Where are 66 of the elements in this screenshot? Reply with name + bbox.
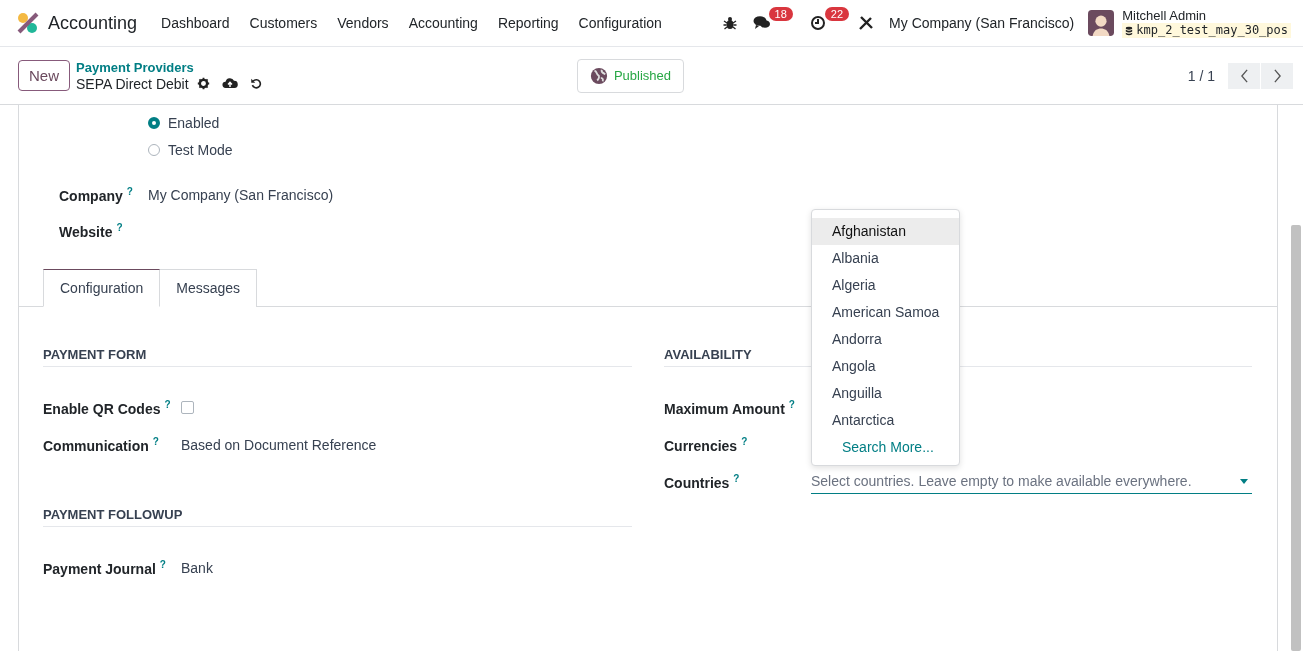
state-radio-option[interactable]: Test Mode <box>148 142 1277 158</box>
undo-icon[interactable] <box>249 77 263 90</box>
database-icon <box>1125 25 1134 36</box>
user-name[interactable]: Mitchell Admin <box>1122 8 1291 23</box>
country-option[interactable]: Albania <box>812 245 959 272</box>
next-button[interactable] <box>1261 62 1293 89</box>
country-option[interactable]: American Samoa <box>812 299 959 326</box>
countries-select-field[interactable]: Select countries. Leave empty to make available everywhere. <box>811 469 1252 494</box>
field-label: Website <box>59 223 113 240</box>
menu-item[interactable]: Vendors <box>337 15 389 31</box>
field-label: Communication <box>43 437 149 454</box>
field-value[interactable]: Bank <box>181 559 213 576</box>
chevron-left-icon <box>1239 68 1249 83</box>
chevron-right-icon <box>1272 68 1282 83</box>
notebook-tab[interactable]: Configuration <box>43 269 161 307</box>
help-tooltip-mark[interactable]: ? <box>164 398 171 410</box>
company-switcher[interactable]: My Company (San Francisco) <box>889 15 1075 31</box>
help-tooltip-mark[interactable]: ? <box>152 435 159 447</box>
country-option[interactable]: Antarctica <box>812 407 959 434</box>
message-count-badge: 18 <box>768 7 793 21</box>
menu-item[interactable]: Configuration <box>578 15 662 31</box>
country-option[interactable]: Anguilla <box>812 380 959 407</box>
field-label: Company <box>59 187 123 204</box>
settings-icon[interactable] <box>196 77 210 90</box>
previous-button[interactable] <box>1228 62 1260 89</box>
field-value[interactable]: My Company (San Francisco) <box>148 187 334 203</box>
pager-value[interactable]: 1 / 1 <box>1187 67 1215 84</box>
scrollbar[interactable] <box>1291 225 1301 651</box>
checkbox[interactable] <box>181 401 194 414</box>
search-more-link[interactable]: Search More... <box>812 434 959 461</box>
country-option[interactable]: Afghanistan <box>812 218 959 245</box>
field-label: Maximum Amount <box>664 400 785 417</box>
section-heading: PAYMENT FORM <box>43 347 632 367</box>
globe-icon <box>589 66 608 85</box>
app-name[interactable]: Accounting <box>48 12 138 34</box>
menu-item[interactable]: Reporting <box>497 15 559 31</box>
section-heading: PAYMENT FOLLOWUP <box>43 507 632 527</box>
menu-item[interactable]: Dashboard <box>161 15 230 31</box>
field-label: Countries <box>664 474 730 491</box>
record-title: SEPA Direct Debit <box>76 75 189 92</box>
new-button[interactable]: New <box>18 60 70 91</box>
help-tooltip-mark[interactable]: ? <box>733 472 740 484</box>
caret-icon <box>1240 478 1248 484</box>
menu-item[interactable]: Customers <box>249 15 318 31</box>
help-tooltip-mark[interactable]: ? <box>788 398 795 410</box>
user-avatar-icon[interactable] <box>1088 10 1115 36</box>
field-label: Enable QR Codes <box>43 400 161 417</box>
field-label: Currencies <box>664 437 738 454</box>
help-tooltip-mark[interactable]: ? <box>159 558 166 570</box>
notebook-tab[interactable]: Messages <box>160 269 258 307</box>
help-tooltip-mark[interactable]: ? <box>116 222 123 234</box>
database-name: kmp_2_test_may_30_pos <box>1122 23 1291 38</box>
state-radio-option[interactable]: Enabled <box>148 115 1277 131</box>
breadcrumb-link[interactable]: Payment Providers <box>76 59 263 76</box>
field-label: Payment Journal <box>43 560 156 577</box>
help-tooltip-mark[interactable]: ? <box>741 435 748 447</box>
country-option[interactable]: Algeria <box>812 272 959 299</box>
menu-item[interactable]: Accounting <box>408 15 478 31</box>
radio-button[interactable] <box>148 117 160 129</box>
field-value[interactable]: Based on Document Reference <box>181 436 377 453</box>
cloud-upload-icon[interactable] <box>221 77 238 90</box>
help-tooltip-mark[interactable]: ? <box>126 186 133 198</box>
chat-icon[interactable] <box>752 15 771 31</box>
activity-count-badge: 22 <box>824 7 850 21</box>
clock-icon[interactable] <box>808 15 827 31</box>
app-logo-icon[interactable] <box>16 11 40 35</box>
